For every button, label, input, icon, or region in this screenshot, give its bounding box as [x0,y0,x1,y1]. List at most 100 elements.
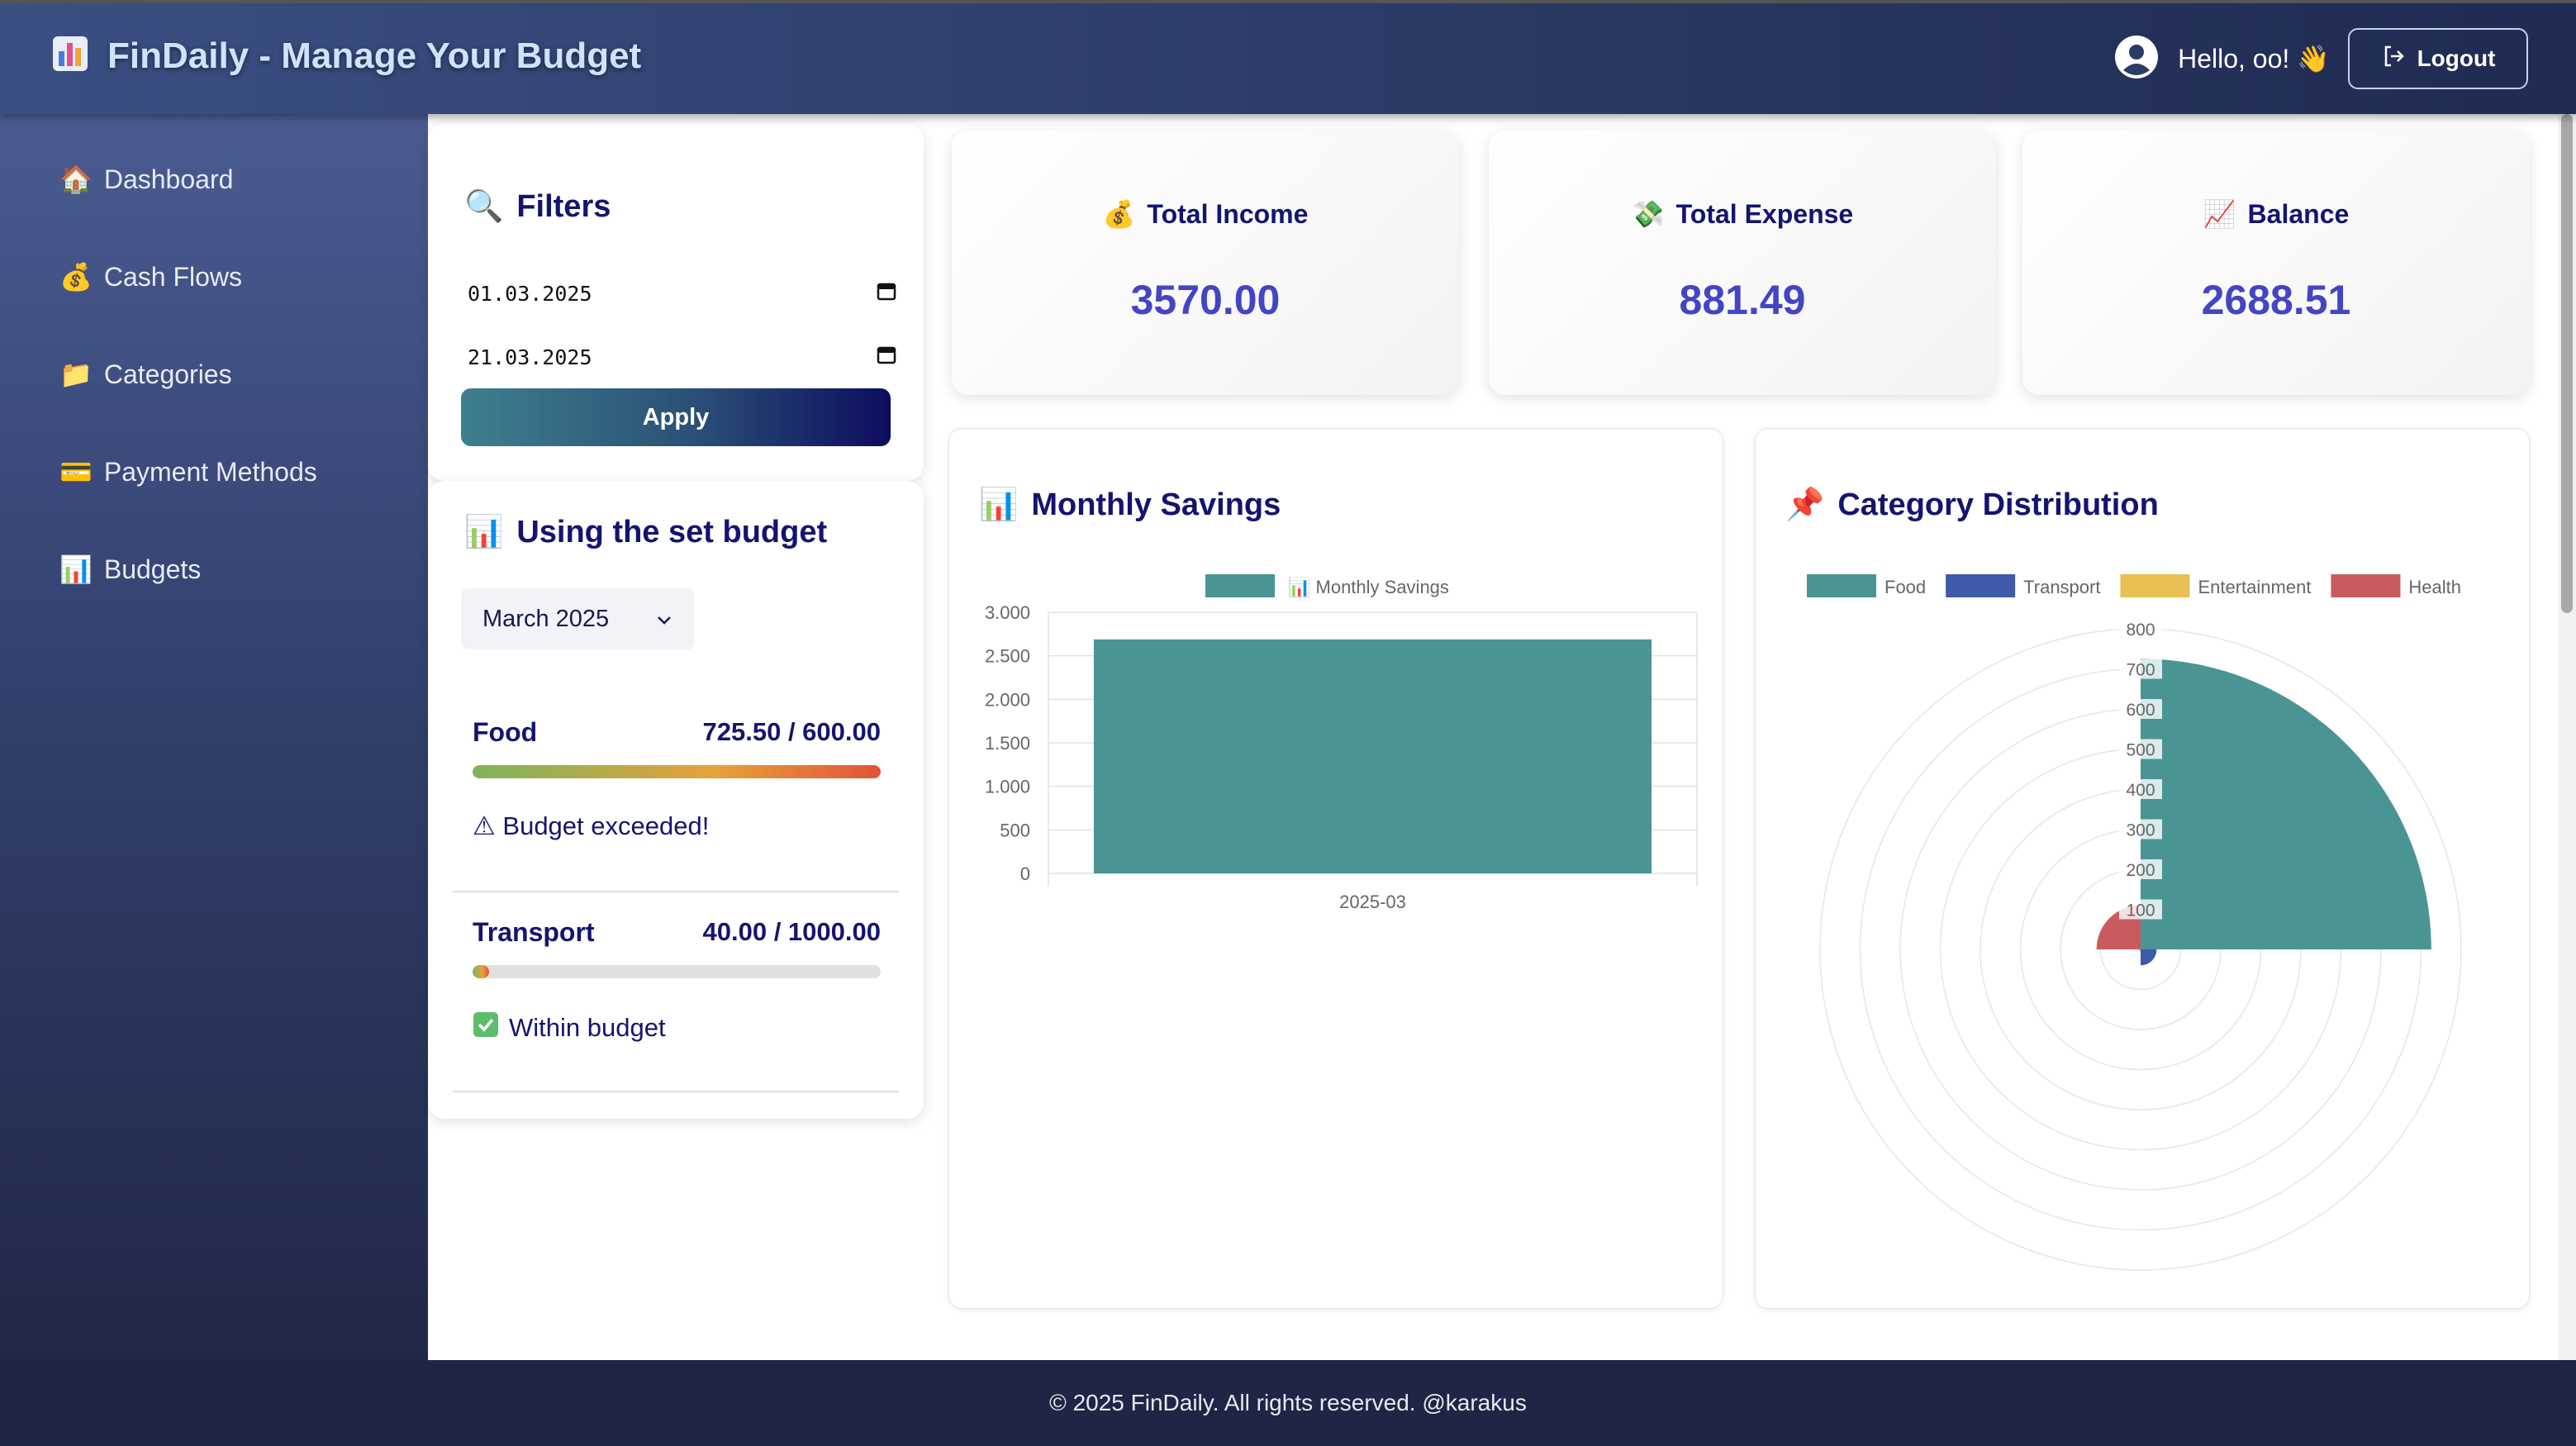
budget-progress-fill [473,965,489,978]
legend-swatch [2120,574,2190,597]
bar-chart-icon: 📊 [59,554,93,584]
user-area: Hello, oo! 👋 Logout [2113,28,2528,89]
divider [453,891,899,892]
bar-chart-icon: 📊 [464,515,504,549]
budget-status: Within budget [473,1011,666,1044]
radial-tick-label: 700 [2126,661,2155,680]
money-bag-icon: 💰 [59,262,93,292]
budget-usage-card: 📊 Using the set budget March 2025 Food 7… [428,481,924,1119]
sidebar-item-label: Categories [103,359,232,389]
radial-tick-label: 800 [2126,621,2155,640]
chart-logo-icon [51,35,89,77]
radial-tick-label: 300 [2126,821,2155,840]
scroll-thumb[interactable] [2561,114,2573,613]
start-date-input[interactable]: 01.03.2025 [468,273,897,314]
radial-tick-label: 500 [2126,741,2155,760]
divider [453,1091,899,1092]
footer: © 2025 FinDaily. All rights reserved. @k… [0,1360,2576,1446]
selected-month: March 2025 [482,605,610,632]
user-avatar-icon [2113,34,2160,84]
y-tick-label: 1.500 [985,733,1030,754]
y-tick-label: 1.000 [985,777,1030,797]
x-tick-label: 2025-03 [1339,892,1406,912]
monthly-savings-card: 📊 Monthly Savings 📊 Monthly Savings 3.00… [948,428,1723,1309]
sidebar-item-label: Cash Flows [103,261,242,292]
end-date-input[interactable]: 21.03.2025 [468,336,897,378]
stat-value: 2688.51 [2201,277,2351,323]
stat-value: 881.49 [1679,277,1806,323]
sidebar-item-label: Budgets [103,554,202,584]
category-distribution-chart: Food Transport Entertainment Health 800 700 60… [1807,574,2462,1271]
sidebar-item-cash-flows[interactable]: 💰 Cash Flows [59,261,242,293]
start-date-value: 01.03.2025 [468,281,592,306]
budget-progress-bar [473,965,881,978]
legend-label: 📊 Monthly Savings [1288,577,1449,597]
legend-label: Health [2408,577,2461,597]
stat-label: Balance [2247,198,2350,229]
stat-card-income: 💰 Total Income 3570.00 [952,131,1459,395]
radial-tick-label: 400 [2126,781,2155,800]
legend-label: Entertainment [2198,577,2311,597]
month-select[interactable]: March 2025 [461,588,694,649]
distribution-slice [2138,949,2141,952]
stat-title: 💸 Total Expense [1489,198,1996,230]
home-icon: 🏠 [59,164,93,194]
stat-value: 3570.00 [1130,277,1281,323]
legend-label: Transport [2023,577,2100,597]
chevron-down-icon [656,606,673,633]
budget-progress-fill [473,765,881,778]
budget-title-text: Using the set budget [516,514,828,549]
stat-label: Total Expense [1675,198,1854,229]
checkmark-icon [473,1011,499,1044]
legend-swatch [2331,574,2401,597]
end-date-value: 21.03.2025 [468,345,592,369]
filters-title-text: Filters [516,188,611,224]
radial-tick-label: 200 [2126,861,2155,880]
logout-icon [2381,44,2406,74]
magnifier-icon: 🔍 [464,189,504,224]
page-scrollbar[interactable] [2558,114,2576,1360]
y-tick-label: 3.000 [985,602,1030,623]
y-tick-label: 500 [1000,820,1030,840]
filters-title: 🔍 Filters [464,188,611,225]
budget-item-value: 40.00 / 1000.00 [702,917,881,946]
logout-label: Logout [2417,45,2496,71]
sidebar: 🏠 Dashboard 💰 Cash Flows 📁 Categories 💳 … [0,114,428,1360]
category-distribution-card: 📌 Category Distribution Food Transport Ent… [1755,428,2530,1309]
credit-card-icon: 💳 [59,457,93,487]
brand[interactable]: FinDaily - Manage Your Budget [51,35,641,77]
radial-tick-label: 100 [2126,901,2155,920]
filters-card: 🔍 Filters 01.03.2025 21.03.2025 Apply [428,124,924,481]
stat-title: 📈 Balance [2022,198,2530,230]
sidebar-item-budgets[interactable]: 📊 Budgets [59,554,201,585]
y-tick-label: 2.500 [985,646,1030,667]
stat-card-expense: 💸 Total Expense 881.49 [1489,131,1996,395]
savings-bar [1093,639,1652,873]
monthly-savings-chart: 📊 Monthly Savings 3.000 2.500 2.000 1.500 1.… [985,574,1698,912]
y-tick-label: 2.000 [985,689,1030,710]
logout-button[interactable]: Logout [2348,28,2528,89]
budget-status-text: Within budget [509,1013,666,1042]
stat-label: Total Income [1147,198,1309,229]
calendar-icon[interactable] [876,280,897,307]
budget-item-name: Food [473,717,538,747]
app-title: FinDaily - Manage Your Budget [107,35,642,76]
legend-swatch [1205,574,1275,597]
y-tick-label: 0 [1020,863,1030,884]
legend-swatch [1946,574,2016,597]
stat-card-balance: 📈 Balance 2688.51 [2022,131,2530,395]
budget-item-value: 725.50 / 600.00 [702,717,881,746]
money-bag-icon: 💰 [1102,199,1136,229]
distribution-slice [2141,949,2157,966]
sidebar-item-label: Payment Methods [103,456,317,487]
apply-button[interactable]: Apply [461,388,891,446]
legend-label: Food [1884,577,1926,597]
budget-progress-bar [473,765,881,778]
sidebar-item-dashboard[interactable]: 🏠 Dashboard [59,164,233,195]
sidebar-item-payment-methods[interactable]: 💳 Payment Methods [59,456,317,488]
trend-chart-icon: 📈 [2203,199,2236,229]
folder-icon: 📁 [59,359,93,389]
greeting-text: Hello, oo! 👋 [2178,44,2330,74]
sidebar-item-categories[interactable]: 📁 Categories [59,359,232,390]
calendar-icon[interactable] [876,344,897,370]
